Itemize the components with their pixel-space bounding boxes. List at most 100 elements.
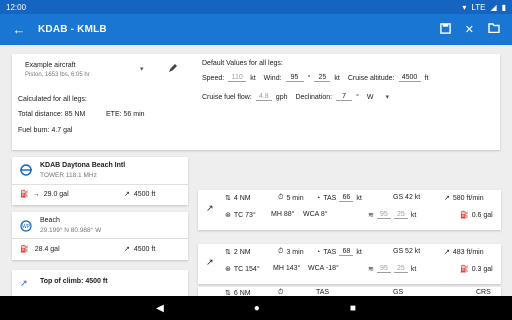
- wind-speed-unit: kt: [334, 74, 340, 82]
- tas-input[interactable]: 66: [339, 194, 354, 202]
- compass-icon: ⊛: [225, 266, 231, 273]
- network-type: LTE: [471, 2, 486, 12]
- airport-icon: [20, 164, 32, 176]
- battery-icon: ▮: [501, 2, 506, 12]
- climb-rate: 580 ft/min: [452, 194, 484, 202]
- wifi-icon: ▾: [462, 2, 467, 12]
- leg-wind-speed-input[interactable]: 25: [393, 265, 408, 273]
- waypoint-fuel: 28.4 gal: [34, 245, 60, 253]
- wind-direction-input[interactable]: 95: [285, 74, 304, 82]
- fuel-flow-unit: gph: [275, 93, 288, 101]
- climb-arrow-icon: ↗: [124, 246, 130, 253]
- leg-time: 5 min: [286, 194, 304, 202]
- wind-speed-input[interactable]: 25: [314, 74, 331, 82]
- ground-speed: GS 42 kt: [393, 194, 421, 201]
- distance-icon: ⇅: [225, 249, 231, 256]
- page-title: KDAB - KMLB: [38, 24, 107, 35]
- ground-speed: GS 52 kt: [393, 248, 421, 255]
- app-bar: ← KDAB - KMLB ✕: [0, 14, 512, 45]
- tas-input[interactable]: 68: [339, 248, 354, 256]
- nav-recents-icon[interactable]: ■: [350, 303, 356, 314]
- distance-icon: ⇅: [225, 195, 231, 202]
- climb-arrow-icon: ↗: [206, 203, 214, 213]
- waypoint-card[interactable]: KDAB Daytona Beach Intl TOWER 118.1 MHz …: [12, 157, 188, 205]
- calculated-heading: Calculated for all legs:: [18, 96, 87, 103]
- leg-card[interactable]: ↗ ⇅ 4 NM ⏱ 5 min ◔ TAS 66 kt GS 42 kt ↗ …: [198, 190, 501, 230]
- declination-unit: °: [356, 93, 359, 101]
- altitude-label: Cruise altitude:: [347, 74, 395, 82]
- waypoint-name: Top of climb: 4500 ft: [40, 278, 108, 285]
- wind-unit: kt: [410, 211, 417, 219]
- declination-dropdown-icon[interactable]: ▾: [385, 93, 389, 101]
- speed-input[interactable]: 110: [228, 74, 247, 82]
- signal-icon: ◢: [490, 2, 497, 12]
- declination-direction[interactable]: W: [367, 94, 374, 101]
- divider: [12, 238, 188, 239]
- leg-fuel: 0.3 gal: [471, 265, 493, 273]
- leg-distance: 4 NM: [233, 194, 251, 202]
- compass-icon: ⊛: [225, 212, 231, 219]
- climb-rate: 483 ft/min: [452, 248, 484, 256]
- climb-arrow-icon: ↗: [124, 191, 130, 198]
- tas-label: TAS: [323, 248, 337, 256]
- wind-unit: kt: [410, 265, 417, 273]
- climb-rate: CRS: [476, 289, 491, 296]
- climb-arrow-icon: ↗: [444, 249, 450, 256]
- flight-settings-card: Example aircraft Piston, 1653 lbs, 6:05 …: [12, 54, 500, 150]
- edit-aircraft-icon[interactable]: [168, 63, 178, 73]
- fuel-pump-icon: ⛽: [20, 246, 29, 253]
- declination-label: Declination:: [295, 93, 333, 101]
- fuel-flow-label: Cruise fuel flow:: [202, 93, 252, 101]
- fuel-burn: Fuel burn: 4.7 gal: [18, 127, 73, 134]
- speed-wind-row: Speed: 110 kt Wind: 95 ° 25 kt Cruise al…: [202, 74, 428, 82]
- altitude-input[interactable]: 4500: [398, 74, 421, 82]
- speed-gauge-icon: ◔: [316, 194, 321, 202]
- magnetic-heading: MH 88°: [271, 211, 295, 218]
- climb-arrow-icon: ↗: [444, 195, 450, 202]
- fuel-pump-icon: ⛽: [460, 266, 469, 273]
- leg-card[interactable]: ↗ ⇅ 2 NM ⏱ 3 min ◔ TAS 68 kt GS 52 kt ↗ …: [198, 244, 501, 284]
- speed-label: Speed:: [202, 74, 225, 82]
- speed-gauge-icon: ◔: [316, 248, 321, 256]
- fuel-pump-icon: ⛽: [460, 212, 469, 219]
- true-course: TC 154°: [233, 265, 260, 273]
- waypoint-fuel: 29.0 gal: [43, 190, 69, 198]
- nav-home-icon[interactable]: ●: [254, 303, 260, 314]
- declination-input[interactable]: 7: [336, 93, 353, 101]
- fuel-flow-input[interactable]: 4.8: [255, 93, 272, 101]
- waypoint-sub: TOWER 118.1 MHz: [40, 172, 97, 179]
- svg-text:WP: WP: [22, 224, 31, 230]
- wind-direction-unit: °: [307, 74, 311, 82]
- altitude-unit: ft: [424, 74, 429, 82]
- waypoint-sub: 29.199° N 80.988° W: [40, 227, 102, 234]
- climb-arrow-icon: ↗: [206, 257, 214, 267]
- wind-correction: WCA 8°: [303, 211, 328, 218]
- wind-label: Wind:: [263, 74, 282, 82]
- aircraft-dropdown-icon[interactable]: ▾: [140, 65, 144, 73]
- waypoint-card[interactable]: WP Beach 29.199° N 80.988° W ⛽ 28.4 gal …: [12, 212, 188, 260]
- folder-icon[interactable]: [488, 22, 500, 37]
- true-course: TC 73°: [233, 211, 256, 219]
- wind-icon: ≋: [368, 212, 374, 219]
- leg-fuel: 0.6 gal: [471, 211, 493, 219]
- total-distance: Total distance: 85 NM: [18, 111, 86, 118]
- ete-value: ETE: 56 min: [106, 111, 145, 118]
- aircraft-details: Piston, 1653 lbs, 6:05 hr: [25, 72, 90, 78]
- leg-wind-speed-input[interactable]: 25: [393, 211, 408, 219]
- aircraft-name[interactable]: Example aircraft: [25, 62, 76, 69]
- nav-back-icon[interactable]: ◀: [156, 303, 164, 314]
- climb-arrow-icon: ↗: [20, 278, 28, 288]
- leg-wind-direction-input[interactable]: 95: [376, 211, 391, 219]
- speed-unit: kt: [250, 74, 256, 82]
- tas-label: TAS: [323, 194, 337, 202]
- waypoint-card[interactable]: ↗ Top of climb: 4500 ft: [12, 270, 188, 298]
- save-icon[interactable]: [440, 22, 451, 37]
- leg-time: 3 min: [286, 248, 304, 256]
- close-icon[interactable]: ✕: [465, 23, 474, 37]
- arrow-right-icon: →: [32, 190, 40, 198]
- leg-wind-direction-input[interactable]: 95: [376, 265, 391, 273]
- timer-icon: ⏱: [278, 194, 284, 201]
- ground-speed: GS: [393, 289, 404, 296]
- waypoint-name: Beach: [40, 217, 60, 224]
- back-arrow-icon[interactable]: ←: [0, 22, 38, 37]
